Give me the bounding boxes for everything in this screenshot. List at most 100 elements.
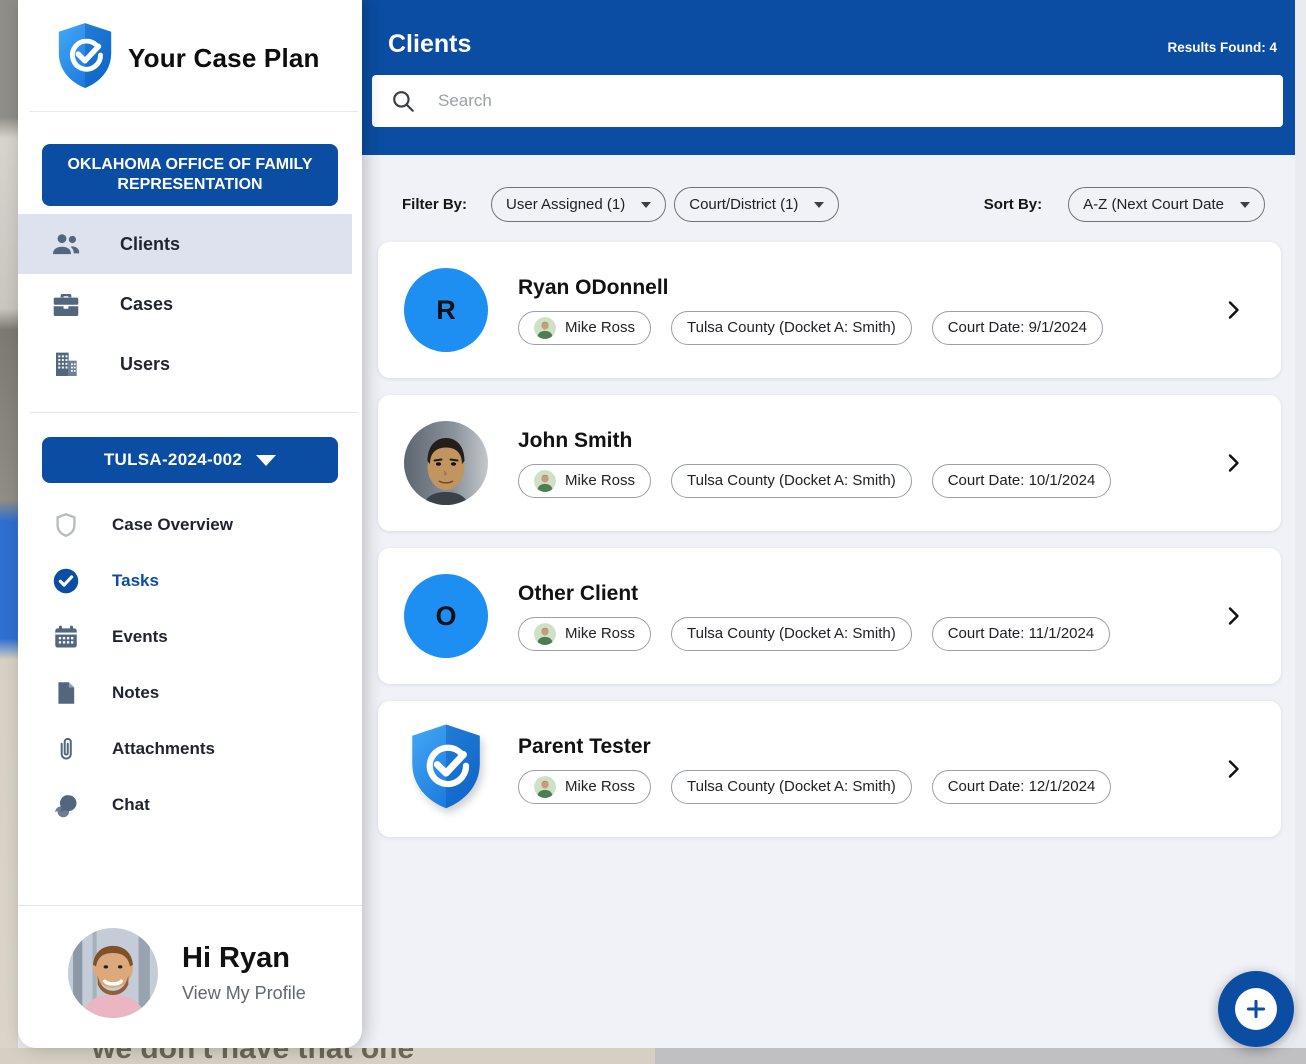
client-name: Parent Tester xyxy=(518,734,651,758)
chevron-right-icon[interactable] xyxy=(1221,451,1245,475)
briefcase-icon xyxy=(50,288,82,320)
court-chip: Tulsa County (Docket A: Smith) xyxy=(671,463,912,498)
profile-section: Hi Ryan View My Profile xyxy=(18,905,362,1048)
chevron-down-icon xyxy=(641,201,652,208)
client-card[interactable]: John Smith Mike Ross Tulsa County (Docke… xyxy=(378,395,1281,531)
search-bar[interactable] xyxy=(372,75,1283,127)
assignee-chip: Mike Ross xyxy=(518,463,652,498)
assignee-chip: Mike Ross xyxy=(518,769,652,804)
case-nav-item-label: Chat xyxy=(112,795,150,814)
sidebar-item-users[interactable]: Users xyxy=(18,334,362,394)
sort-value: A-Z (Next Court Date xyxy=(1083,196,1224,213)
court-date-label: Court Date: 9/1/2024 xyxy=(947,319,1087,336)
court-label: Tulsa County (Docket A: Smith) xyxy=(687,319,896,336)
page-header: Clients Results Found: 4 xyxy=(362,0,1295,155)
sidebar-item-label: Users xyxy=(120,353,171,374)
primary-nav: Clients Cases Users xyxy=(18,214,362,394)
chevron-right-icon[interactable] xyxy=(1221,298,1245,322)
people-icon xyxy=(50,228,82,260)
background-page-text: we don't have that one xyxy=(92,1048,414,1064)
profile-greeting: Hi Ryan xyxy=(182,942,290,974)
client-photo-avatar xyxy=(404,421,488,505)
filter-row: Filter By: User Assigned (1) Court/Distr… xyxy=(362,155,1295,222)
chevron-down-icon xyxy=(814,201,825,208)
shield-check-icon xyxy=(54,20,116,97)
case-nav: Case Overview Tasks Events Notes Attachm… xyxy=(18,497,362,833)
case-nav-item-events[interactable]: Events xyxy=(18,609,362,665)
case-nav-item-tasks[interactable]: Tasks xyxy=(18,553,362,609)
filter-user-assigned-dropdown[interactable]: User Assigned (1) xyxy=(491,187,667,222)
assignee-chip: Mike Ross xyxy=(518,616,652,651)
app-logo: Your Case Plan xyxy=(18,0,362,111)
organization-button[interactable]: OKLAHOMA OFFICE OF FAMILY REPRESENTATION xyxy=(42,144,338,206)
assignee-name: Mike Ross xyxy=(565,778,636,795)
client-avatar: O xyxy=(404,574,488,658)
sidebar-item-cases[interactable]: Cases xyxy=(18,274,362,334)
case-selector-label: TULSA-2024-002 xyxy=(103,450,243,469)
client-card[interactable]: O Other Client Mike Ross Tulsa County (D… xyxy=(378,548,1281,684)
client-avatar xyxy=(404,724,488,811)
case-nav-item-label: Case Overview xyxy=(112,515,233,534)
building-icon xyxy=(50,348,82,380)
add-client-fab[interactable] xyxy=(1218,971,1294,1047)
sort-dropdown[interactable]: A-Z (Next Court Date xyxy=(1068,187,1265,222)
court-date-chip: Court Date: 11/1/2024 xyxy=(931,616,1111,651)
case-nav-item-attachments[interactable]: Attachments xyxy=(18,721,362,777)
client-logo-avatar xyxy=(406,722,486,817)
sidebar-item-clients[interactable]: Clients xyxy=(18,214,352,274)
shield-outline-icon xyxy=(52,511,80,539)
calendar-icon xyxy=(52,623,80,651)
court-label: Tulsa County (Docket A: Smith) xyxy=(687,625,896,642)
case-selector-button[interactable]: TULSA-2024-002 xyxy=(42,437,338,483)
view-profile-link[interactable]: View My Profile xyxy=(182,983,306,1004)
client-avatar: R xyxy=(404,268,488,352)
chevron-down-icon xyxy=(256,454,277,466)
page-title: Clients xyxy=(388,30,472,58)
search-input[interactable] xyxy=(438,91,1265,111)
profile-avatar[interactable] xyxy=(68,928,158,1018)
case-nav-item-notes[interactable]: Notes xyxy=(18,665,362,721)
court-date-label: Court Date: 10/1/2024 xyxy=(947,472,1096,489)
main-panel: Clients Results Found: 4 Filter By: User… xyxy=(362,0,1295,1048)
case-nav-item-chat[interactable]: Chat xyxy=(18,777,362,833)
sort-by-label: Sort By: xyxy=(983,196,1043,213)
filter-court-district-value: Court/District (1) xyxy=(689,196,799,213)
court-date-label: Court Date: 12/1/2024 xyxy=(947,778,1096,795)
app-title: Your Case Plan xyxy=(128,43,320,73)
client-card[interactable]: R Ryan ODonnell Mike Ross Tulsa County (… xyxy=(378,242,1281,378)
results-count: Results Found: 4 xyxy=(1167,40,1277,55)
chat-icon xyxy=(52,791,80,819)
filter-user-assigned-value: User Assigned (1) xyxy=(506,196,626,213)
filter-court-district-dropdown[interactable]: Court/District (1) xyxy=(674,187,840,222)
filter-by-label: Filter By: xyxy=(402,196,468,213)
sidebar-item-label: Clients xyxy=(120,233,181,254)
client-name: Other Client xyxy=(518,581,639,605)
case-nav-item-label: Tasks xyxy=(112,571,159,590)
chevron-right-icon[interactable] xyxy=(1221,604,1245,628)
assignee-chip: Mike Ross xyxy=(518,310,652,345)
client-name: John Smith xyxy=(518,428,633,452)
sidebar-item-label: Cases xyxy=(120,293,174,314)
assignee-avatar xyxy=(534,775,556,798)
court-chip: Tulsa County (Docket A: Smith) xyxy=(671,616,912,651)
court-date-label: Court Date: 11/1/2024 xyxy=(947,625,1095,642)
case-nav-item-case-overview[interactable]: Case Overview xyxy=(18,497,362,553)
client-avatar xyxy=(404,421,488,505)
note-icon xyxy=(52,679,80,707)
client-initial-avatar: O xyxy=(404,574,488,658)
divider xyxy=(30,412,358,413)
assignee-avatar xyxy=(534,316,556,339)
assignee-avatar xyxy=(534,622,556,645)
client-card[interactable]: Parent Tester Mike Ross Tulsa County (Do… xyxy=(378,701,1281,837)
chevron-down-icon xyxy=(1240,201,1250,208)
chevron-right-icon[interactable] xyxy=(1221,757,1245,781)
sidebar: Your Case Plan OKLAHOMA OFFICE OF FAMILY… xyxy=(18,0,362,1048)
client-name: Ryan ODonnell xyxy=(518,275,669,299)
assignee-name: Mike Ross xyxy=(565,472,636,489)
check-circle-icon xyxy=(52,567,80,595)
case-nav-item-label: Notes xyxy=(112,683,160,702)
court-date-chip: Court Date: 9/1/2024 xyxy=(931,310,1103,345)
court-date-chip: Court Date: 10/1/2024 xyxy=(931,463,1112,498)
background-page-bottom-strip: we don't have that one xyxy=(0,1048,1306,1064)
background-page-left-strip xyxy=(0,0,18,1064)
